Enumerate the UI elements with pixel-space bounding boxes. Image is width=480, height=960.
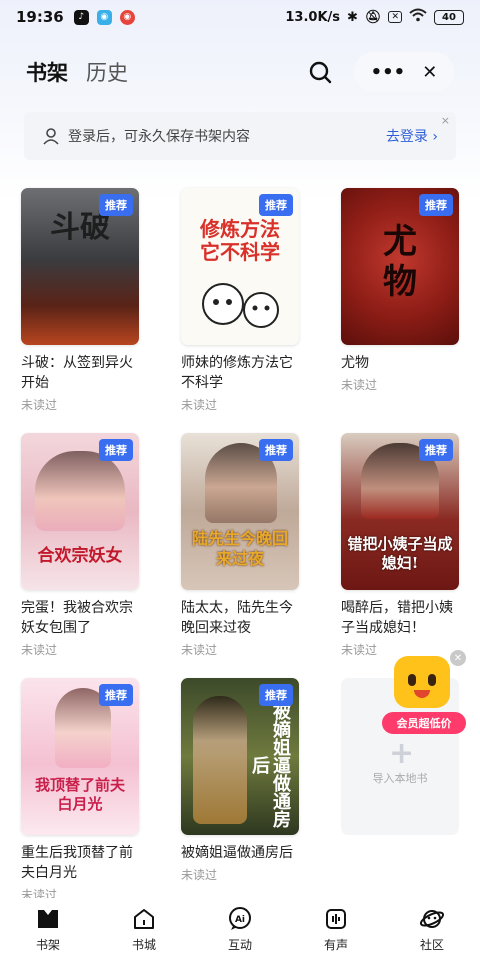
ai-chat-icon: Ai [227,906,253,932]
tiktok-icon: ♪ [73,9,89,25]
book-item[interactable]: 错把小姨子当成媳妇! 推荐 喝醉后，错把小姨子当成媳妇！ 未读过 [341,433,461,658]
book-item[interactable]: 陆先生今晚回来过夜 推荐 陆太太，陆先生今晚回来过夜 未读过 [181,433,301,658]
vip-promo-float[interactable]: ✕ 会员超低价 [380,648,470,740]
login-prompt-text: 登录后，可永久保存书架内容 [68,129,250,145]
cover-art-text: 陆先生今晚回来过夜 [191,529,288,568]
bookstore-icon [131,906,157,932]
book-item[interactable]: 我顶替了前夫白月光 推荐 重生后我顶替了前夫白月光 未读过 [21,678,141,903]
book-title: 师妹的修炼方法它不科学 [181,355,293,391]
wifi-icon [409,8,427,26]
nav-item-interact[interactable]: Ai 互动 [192,898,288,960]
mute-icon: 🔕︎ [364,9,382,25]
nav-item-bookshelf[interactable]: 书架 [0,898,96,960]
book-cover: 被嫡姐逼做通房后 推荐 [181,678,299,835]
battery-icon: 40 [434,9,464,25]
promo-label: 会员超低价 [382,712,466,734]
book-cover: 合欢宗妖女 推荐 [21,433,139,590]
nav-label: 社区 [419,938,444,952]
bottom-nav: 书架 书城 Ai 互动 有声 社区 [0,898,480,960]
read-status: 未读过 [181,868,218,882]
login-link[interactable]: 去登录 › [386,126,438,146]
login-prompt-bar[interactable]: 登录后，可永久保存书架内容 去登录 › × [24,112,456,160]
nav-label: 互动 [227,938,252,952]
nav-label: 有声 [323,938,348,952]
nav-item-community[interactable]: 社区 [384,898,480,960]
recommend-badge: 推荐 [99,194,133,216]
community-icon [419,906,445,932]
book-title: 喝醉后，错把小姨子当成媳妇！ [341,600,453,636]
cover-art-text: 我顶替了前夫白月光 [34,776,125,813]
cover-art-text: 修炼方法它不科学 [200,217,280,264]
promo-close-icon[interactable]: ✕ [450,650,466,666]
tab-history[interactable]: 历史 [86,57,128,87]
book-cover: 斗破 推荐 [21,188,139,345]
book-item[interactable]: 被嫡姐逼做通房后 推荐 被嫡姐逼做通房后 未读过 [181,678,301,883]
recommend-badge: 推荐 [259,439,293,461]
cover-art-text: 尤物 [383,222,417,302]
book-title: 尤物 [341,355,369,371]
user-icon [43,128,59,145]
status-time: 19:36 [16,8,64,26]
book-item[interactable]: 合欢宗妖女 推荐 完蛋！我被合欢宗妖女包围了 未读过 [21,433,141,658]
header: 书架 历史 ••• ✕ [0,52,480,92]
nav-label: 书架 [35,938,60,952]
mini-program-capsule: ••• ✕ [354,52,454,92]
cover-art-text: 合欢宗妖女 [37,546,123,566]
login-bar-close-icon[interactable]: × [441,114,450,127]
recommend-badge: 推荐 [99,439,133,461]
book-title: 陆太太，陆先生今晚回来过夜 [181,600,293,636]
recommend-badge: 推荐 [259,684,293,706]
cover-art-text: 被嫡姐逼做通房后 [249,702,291,828]
import-local-book-label: 导入本地书 [372,772,428,785]
book-cover: 修炼方法它不科学 推荐 [181,188,299,345]
book-title: 斗破：从签到异火开始 [21,355,133,391]
tab-bookshelf[interactable]: 书架 [26,57,68,87]
recommend-badge: 推荐 [419,194,453,216]
audio-icon [323,906,349,932]
app-notification-icon: ◉ [96,9,112,25]
close-icon[interactable]: ✕ [422,62,437,83]
app-notification-icon-2: ◉ [119,9,135,25]
status-indicators: 13.0K/s ✱ 🔕︎ ✕ 40 [285,8,464,26]
book-item[interactable]: 修炼方法它不科学 推荐 师妹的修炼方法它不科学 未读过 [181,188,301,413]
cover-figures [35,451,125,531]
book-cover: 我顶替了前夫白月光 推荐 [21,678,139,835]
recommend-badge: 推荐 [99,684,133,706]
book-title: 完蛋！我被合欢宗妖女包围了 [21,600,133,636]
nav-item-audio[interactable]: 有声 [288,898,384,960]
search-icon [309,61,332,84]
book-item[interactable]: 斗破 推荐 斗破：从签到异火开始 未读过 [21,188,141,413]
cover-illustration [202,283,279,328]
book-cover: 错把小姨子当成媳妇! 推荐 [341,433,459,590]
nav-label: 书城 [131,938,156,952]
bluetooth-icon: ✱ [347,9,358,25]
plus-icon: + [389,736,415,771]
header-actions: ••• ✕ [306,52,454,92]
book-title: 重生后我顶替了前夫白月光 [21,845,133,881]
recommend-badge: 推荐 [419,439,453,461]
sim-icon: ✕ [388,11,402,23]
search-button[interactable] [306,58,334,86]
mascot-icon [394,656,450,708]
book-title: 被嫡姐逼做通房后 [181,845,293,861]
book-item[interactable]: 尤物 推荐 尤物 未读过 [341,188,461,393]
read-status: 未读过 [341,378,378,392]
book-cover: 尤物 推荐 [341,188,459,345]
read-status: 未读过 [21,643,58,657]
bookshelf-icon [35,906,61,932]
book-cover: 陆先生今晚回来过夜 推荐 [181,433,299,590]
more-icon[interactable]: ••• [371,62,406,83]
cover-figures [193,696,247,824]
svg-text:Ai: Ai [235,915,245,925]
nav-item-bookstore[interactable]: 书城 [96,898,192,960]
read-status: 未读过 [181,398,218,412]
network-speed: 13.0K/s [285,9,341,25]
read-status: 未读过 [21,398,58,412]
status-bar: 19:36 ♪ ◉ ◉ 13.0K/s ✱ 🔕︎ ✕ 40 [0,0,480,34]
recommend-badge: 推荐 [259,194,293,216]
cover-art-text: 错把小姨子当成媳妇! [347,535,453,572]
read-status: 未读过 [181,643,218,657]
